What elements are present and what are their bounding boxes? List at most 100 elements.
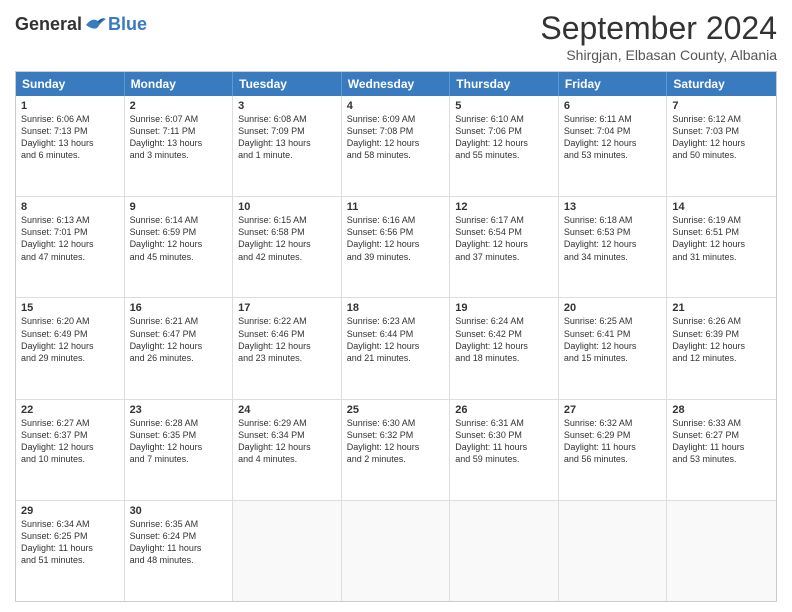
cell-info: Sunrise: 6:11 AMSunset: 7:04 PMDaylight:…: [564, 113, 662, 162]
calendar-header: SundayMondayTuesdayWednesdayThursdayFrid…: [16, 72, 776, 96]
cal-cell: [450, 501, 559, 601]
day-number: 17: [238, 302, 336, 314]
month-title: September 2024: [540, 10, 777, 47]
cal-cell: 28Sunrise: 6:33 AMSunset: 6:27 PMDayligh…: [667, 400, 776, 500]
day-number: 30: [130, 505, 228, 517]
cal-row-3: 22Sunrise: 6:27 AMSunset: 6:37 PMDayligh…: [16, 399, 776, 500]
cal-cell: 9Sunrise: 6:14 AMSunset: 6:59 PMDaylight…: [125, 197, 234, 297]
cal-cell: 18Sunrise: 6:23 AMSunset: 6:44 PMDayligh…: [342, 298, 451, 398]
cal-cell: 8Sunrise: 6:13 AMSunset: 7:01 PMDaylight…: [16, 197, 125, 297]
day-number: 21: [672, 302, 771, 314]
cal-cell: 22Sunrise: 6:27 AMSunset: 6:37 PMDayligh…: [16, 400, 125, 500]
header-day-wednesday: Wednesday: [342, 72, 451, 96]
cal-cell: 23Sunrise: 6:28 AMSunset: 6:35 PMDayligh…: [125, 400, 234, 500]
cell-info: Sunrise: 6:30 AMSunset: 6:32 PMDaylight:…: [347, 417, 445, 466]
cell-info: Sunrise: 6:18 AMSunset: 6:53 PMDaylight:…: [564, 214, 662, 263]
cell-info: Sunrise: 6:31 AMSunset: 6:30 PMDaylight:…: [455, 417, 553, 466]
day-number: 12: [455, 201, 553, 213]
cell-info: Sunrise: 6:33 AMSunset: 6:27 PMDaylight:…: [672, 417, 771, 466]
header-day-saturday: Saturday: [667, 72, 776, 96]
cal-cell: 19Sunrise: 6:24 AMSunset: 6:42 PMDayligh…: [450, 298, 559, 398]
day-number: 7: [672, 100, 771, 112]
day-number: 4: [347, 100, 445, 112]
cal-cell: 16Sunrise: 6:21 AMSunset: 6:47 PMDayligh…: [125, 298, 234, 398]
day-number: 9: [130, 201, 228, 213]
header-day-sunday: Sunday: [16, 72, 125, 96]
cal-cell: 3Sunrise: 6:08 AMSunset: 7:09 PMDaylight…: [233, 96, 342, 196]
header: General Blue September 2024 Shirgjan, El…: [15, 10, 777, 63]
cell-info: Sunrise: 6:28 AMSunset: 6:35 PMDaylight:…: [130, 417, 228, 466]
cell-info: Sunrise: 6:14 AMSunset: 6:59 PMDaylight:…: [130, 214, 228, 263]
cell-info: Sunrise: 6:09 AMSunset: 7:08 PMDaylight:…: [347, 113, 445, 162]
header-day-thursday: Thursday: [450, 72, 559, 96]
cal-cell: 21Sunrise: 6:26 AMSunset: 6:39 PMDayligh…: [667, 298, 776, 398]
cell-info: Sunrise: 6:27 AMSunset: 6:37 PMDaylight:…: [21, 417, 119, 466]
cell-info: Sunrise: 6:32 AMSunset: 6:29 PMDaylight:…: [564, 417, 662, 466]
cal-cell: 6Sunrise: 6:11 AMSunset: 7:04 PMDaylight…: [559, 96, 668, 196]
cell-info: Sunrise: 6:10 AMSunset: 7:06 PMDaylight:…: [455, 113, 553, 162]
day-number: 15: [21, 302, 119, 314]
cal-row-4: 29Sunrise: 6:34 AMSunset: 6:25 PMDayligh…: [16, 500, 776, 601]
cal-cell: 20Sunrise: 6:25 AMSunset: 6:41 PMDayligh…: [559, 298, 668, 398]
day-number: 1: [21, 100, 119, 112]
day-number: 10: [238, 201, 336, 213]
day-number: 14: [672, 201, 771, 213]
header-day-friday: Friday: [559, 72, 668, 96]
cell-info: Sunrise: 6:13 AMSunset: 7:01 PMDaylight:…: [21, 214, 119, 263]
cell-info: Sunrise: 6:23 AMSunset: 6:44 PMDaylight:…: [347, 315, 445, 364]
day-number: 23: [130, 404, 228, 416]
cell-info: Sunrise: 6:17 AMSunset: 6:54 PMDaylight:…: [455, 214, 553, 263]
location: Shirgjan, Elbasan County, Albania: [540, 47, 777, 63]
cal-cell: 10Sunrise: 6:15 AMSunset: 6:58 PMDayligh…: [233, 197, 342, 297]
cal-cell: 29Sunrise: 6:34 AMSunset: 6:25 PMDayligh…: [16, 501, 125, 601]
day-number: 20: [564, 302, 662, 314]
day-number: 8: [21, 201, 119, 213]
cal-cell: 12Sunrise: 6:17 AMSunset: 6:54 PMDayligh…: [450, 197, 559, 297]
day-number: 29: [21, 505, 119, 517]
cal-cell: 25Sunrise: 6:30 AMSunset: 6:32 PMDayligh…: [342, 400, 451, 500]
cal-cell: 14Sunrise: 6:19 AMSunset: 6:51 PMDayligh…: [667, 197, 776, 297]
cal-cell: 11Sunrise: 6:16 AMSunset: 6:56 PMDayligh…: [342, 197, 451, 297]
cell-info: Sunrise: 6:35 AMSunset: 6:24 PMDaylight:…: [130, 518, 228, 567]
cell-info: Sunrise: 6:26 AMSunset: 6:39 PMDaylight:…: [672, 315, 771, 364]
cal-cell: 2Sunrise: 6:07 AMSunset: 7:11 PMDaylight…: [125, 96, 234, 196]
cell-info: Sunrise: 6:15 AMSunset: 6:58 PMDaylight:…: [238, 214, 336, 263]
day-number: 18: [347, 302, 445, 314]
day-number: 27: [564, 404, 662, 416]
cal-cell: [233, 501, 342, 601]
page: General Blue September 2024 Shirgjan, El…: [0, 0, 792, 612]
cell-info: Sunrise: 6:24 AMSunset: 6:42 PMDaylight:…: [455, 315, 553, 364]
cal-cell: 30Sunrise: 6:35 AMSunset: 6:24 PMDayligh…: [125, 501, 234, 601]
cal-row-2: 15Sunrise: 6:20 AMSunset: 6:49 PMDayligh…: [16, 297, 776, 398]
day-number: 6: [564, 100, 662, 112]
cell-info: Sunrise: 6:34 AMSunset: 6:25 PMDaylight:…: [21, 518, 119, 567]
cell-info: Sunrise: 6:21 AMSunset: 6:47 PMDaylight:…: [130, 315, 228, 364]
cal-cell: [559, 501, 668, 601]
cell-info: Sunrise: 6:06 AMSunset: 7:13 PMDaylight:…: [21, 113, 119, 162]
cal-cell: 1Sunrise: 6:06 AMSunset: 7:13 PMDaylight…: [16, 96, 125, 196]
cal-cell: 17Sunrise: 6:22 AMSunset: 6:46 PMDayligh…: [233, 298, 342, 398]
cell-info: Sunrise: 6:07 AMSunset: 7:11 PMDaylight:…: [130, 113, 228, 162]
cell-info: Sunrise: 6:25 AMSunset: 6:41 PMDaylight:…: [564, 315, 662, 364]
day-number: 11: [347, 201, 445, 213]
calendar: SundayMondayTuesdayWednesdayThursdayFrid…: [15, 71, 777, 602]
cal-cell: 13Sunrise: 6:18 AMSunset: 6:53 PMDayligh…: [559, 197, 668, 297]
cell-info: Sunrise: 6:19 AMSunset: 6:51 PMDaylight:…: [672, 214, 771, 263]
logo-general-text: General: [15, 14, 82, 35]
day-number: 22: [21, 404, 119, 416]
cal-cell: 27Sunrise: 6:32 AMSunset: 6:29 PMDayligh…: [559, 400, 668, 500]
cell-info: Sunrise: 6:22 AMSunset: 6:46 PMDaylight:…: [238, 315, 336, 364]
calendar-body: 1Sunrise: 6:06 AMSunset: 7:13 PMDaylight…: [16, 96, 776, 601]
cell-info: Sunrise: 6:12 AMSunset: 7:03 PMDaylight:…: [672, 113, 771, 162]
cal-cell: 15Sunrise: 6:20 AMSunset: 6:49 PMDayligh…: [16, 298, 125, 398]
day-number: 25: [347, 404, 445, 416]
logo: General Blue: [15, 10, 147, 35]
day-number: 2: [130, 100, 228, 112]
cal-cell: 26Sunrise: 6:31 AMSunset: 6:30 PMDayligh…: [450, 400, 559, 500]
day-number: 28: [672, 404, 771, 416]
day-number: 5: [455, 100, 553, 112]
day-number: 3: [238, 100, 336, 112]
day-number: 13: [564, 201, 662, 213]
cal-row-1: 8Sunrise: 6:13 AMSunset: 7:01 PMDaylight…: [16, 196, 776, 297]
cal-cell: 5Sunrise: 6:10 AMSunset: 7:06 PMDaylight…: [450, 96, 559, 196]
